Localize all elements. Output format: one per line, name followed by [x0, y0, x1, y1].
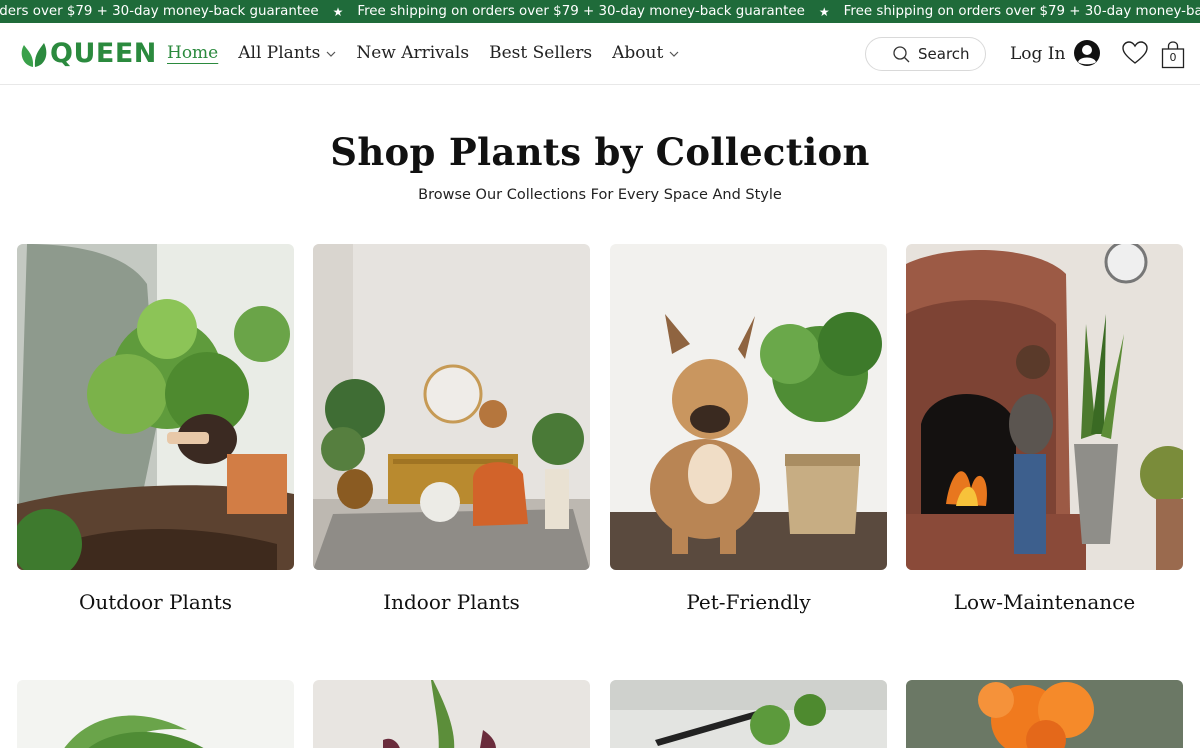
collection-card-partial[interactable] [17, 680, 294, 748]
nav-label: New Arrivals [356, 43, 470, 63]
collection-label: Indoor Plants [383, 590, 520, 614]
collection-image[interactable] [313, 244, 590, 570]
collection-card-indoor[interactable]: Indoor Plants [313, 244, 590, 614]
cart-count: 0 [1169, 51, 1177, 64]
collection-card-partial[interactable] [906, 680, 1183, 748]
collection-card-low-maintenance[interactable]: Low-Maintenance [906, 244, 1183, 614]
leaf-logo-icon [21, 43, 47, 67]
collection-card-outdoor[interactable]: Outdoor Plants [17, 244, 294, 614]
collection-image[interactable] [17, 244, 294, 570]
low-maintenance-image [906, 244, 1183, 570]
collection-image[interactable] [906, 244, 1183, 570]
pet-friendly-image [610, 244, 887, 570]
collection-image[interactable] [610, 244, 887, 570]
announcement-message: rders over $79 + 30-day money-back guara… [0, 4, 319, 19]
collection-card-partial[interactable] [313, 680, 590, 748]
chevron-down-icon [326, 51, 336, 57]
login-link[interactable]: Log In [1010, 43, 1065, 65]
nav-label: All Plants [238, 43, 321, 63]
collection-label: Outdoor Plants [78, 590, 233, 614]
collection-label: Low-Maintenance [953, 590, 1136, 614]
nav-all-plants[interactable]: All Plants [238, 42, 336, 64]
nav-label: Home [167, 43, 219, 63]
page-subtitle: Browse Our Collections For Every Space A… [418, 187, 782, 203]
site-header: QUEEN Home All Plants New Arrivals Best … [0, 23, 1200, 85]
search-button[interactable]: Search [865, 37, 986, 71]
outdoor-plants-image [17, 244, 294, 570]
nav-label: About [612, 43, 664, 63]
nav-label: Best Sellers [489, 43, 593, 63]
star-separator-icon: ★ [818, 4, 830, 19]
collection-image-partial [906, 680, 1183, 748]
announcement-bar: rders over $79 + 30-day money-back guara… [0, 0, 1200, 23]
cart-button[interactable]: 0 [1161, 41, 1185, 69]
indoor-plants-image [313, 244, 590, 570]
account-avatar-icon[interactable] [1073, 39, 1101, 67]
announcement-track: rders over $79 + 30-day money-back guara… [0, 0, 1200, 23]
collection-image-partial [17, 680, 294, 748]
collection-label: Pet-Friendly [686, 590, 811, 614]
announcement-message: Free shipping on orders over $79 + 30-da… [843, 4, 1200, 19]
heart-icon[interactable] [1122, 41, 1148, 65]
chevron-down-icon [669, 51, 679, 57]
star-separator-icon: ★ [332, 4, 344, 19]
collection-image-partial [313, 680, 590, 748]
announcement-message: Free shipping on orders over $79 + 30-da… [357, 4, 805, 19]
search-icon [893, 46, 910, 63]
logo-text: QUEEN [50, 38, 157, 69]
nav-about[interactable]: About [612, 42, 679, 64]
nav-home[interactable]: Home [167, 42, 218, 64]
search-label: Search [918, 45, 970, 63]
collection-card-partial[interactable] [610, 680, 887, 748]
collection-image-partial [610, 680, 887, 748]
collection-card-pet-friendly[interactable]: Pet-Friendly [610, 244, 887, 614]
nav-best-sellers[interactable]: Best Sellers [489, 42, 592, 64]
main-nav: Home All Plants New Arrivals Best Seller… [167, 42, 699, 64]
nav-new-arrivals[interactable]: New Arrivals [356, 42, 469, 64]
page-title: Shop Plants by Collection [330, 130, 870, 174]
site-logo[interactable]: QUEEN [18, 39, 157, 69]
